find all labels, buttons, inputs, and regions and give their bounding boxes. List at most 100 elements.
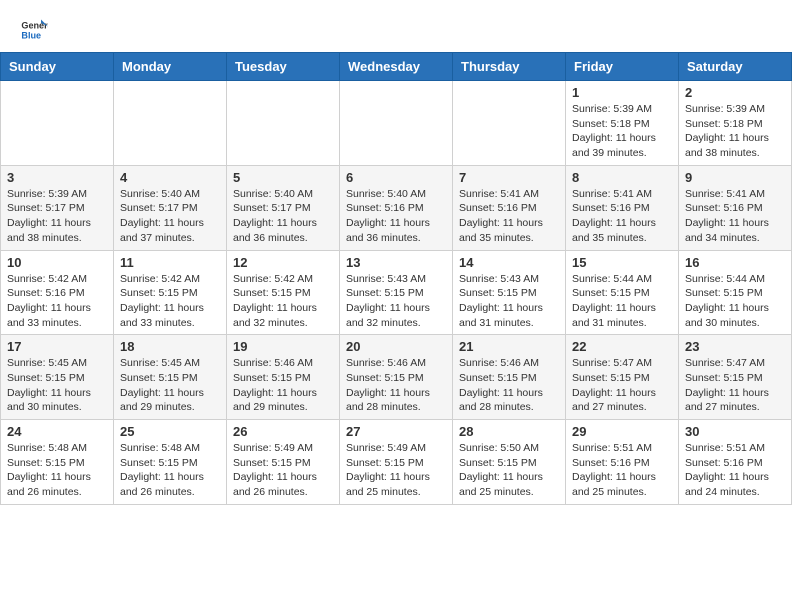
weekday-header-wednesday: Wednesday (340, 53, 453, 81)
day-info: Sunrise: 5:41 AM Sunset: 5:16 PM Dayligh… (459, 187, 559, 246)
calendar-cell: 9Sunrise: 5:41 AM Sunset: 5:16 PM Daylig… (679, 165, 792, 250)
calendar-cell: 12 Sunrise: 5:42 AM Sunset: 5:15 PM Dayli… (227, 250, 340, 335)
calendar-cell: 2 Sunrise: 5:39 AM Sunset: 5:18 PM Daylig… (679, 81, 792, 166)
day-info: Sunrise: 5:44 AM Sunset: 5:15 PM Dayligh… (685, 272, 785, 331)
day-info: Sunrise: 5:40 AM Sunset: 5:17 PM Dayligh… (233, 187, 333, 246)
day-number: 28 (459, 424, 559, 439)
day-info: Sunrise: 5:51 AM Sunset: 5:16 PM Dayligh… (685, 441, 785, 500)
calendar-cell: 8 Sunrise: 5:41 AM Sunset: 5:16 PM Daylig… (566, 165, 679, 250)
calendar-cell: 25Sunrise: 5:48 AM Sunset: 5:15 PM Dayli… (114, 420, 227, 505)
calendar-cell: 10Sunrise: 5:42 AM Sunset: 5:16 PM Dayli… (1, 250, 114, 335)
day-number: 29 (572, 424, 672, 439)
day-info: Sunrise: 5:40 AM Sunset: 5:17 PM Dayligh… (120, 187, 220, 246)
calendar-cell: 23Sunrise: 5:47 AM Sunset: 5:15 PM Dayli… (679, 335, 792, 420)
day-number: 4 (120, 170, 220, 185)
weekday-header-monday: Monday (114, 53, 227, 81)
day-number: 3 (7, 170, 107, 185)
calendar-cell: 20Sunrise: 5:46 AM Sunset: 5:15 PM Dayli… (340, 335, 453, 420)
week-row-5: 24 Sunrise: 5:48 AM Sunset: 5:15 PM Dayli… (1, 420, 792, 505)
day-number: 2 (685, 85, 785, 100)
day-number: 6 (346, 170, 446, 185)
day-number: 25 (120, 424, 220, 439)
calendar-cell: 26 Sunrise: 5:49 AM Sunset: 5:15 PM Dayli… (227, 420, 340, 505)
day-number: 26 (233, 424, 333, 439)
day-number: 1 (572, 85, 672, 100)
calendar-cell: 4 Sunrise: 5:40 AM Sunset: 5:17 PM Daylig… (114, 165, 227, 250)
weekday-header-row: SundayMondayTuesdayWednesdayThursdayFrid… (1, 53, 792, 81)
day-info: Sunrise: 5:39 AM Sunset: 5:18 PM Dayligh… (685, 102, 785, 161)
calendar-cell (453, 81, 566, 166)
day-number: 8 (572, 170, 672, 185)
day-number: 16 (685, 255, 785, 270)
day-number: 5 (233, 170, 333, 185)
day-info: Sunrise: 5:42 AM Sunset: 5:15 PM Dayligh… (233, 272, 333, 331)
calendar-cell: 24 Sunrise: 5:48 AM Sunset: 5:15 PM Dayli… (1, 420, 114, 505)
calendar-cell: 11 Sunrise: 5:42 AM Sunset: 5:15 PM Dayli… (114, 250, 227, 335)
day-info: Sunrise: 5:41 AM Sunset: 5:16 PM Dayligh… (685, 187, 785, 246)
day-info: Sunrise: 5:49 AM Sunset: 5:15 PM Dayligh… (233, 441, 333, 500)
day-number: 22 (572, 339, 672, 354)
day-info: Sunrise: 5:40 AM Sunset: 5:16 PM Dayligh… (346, 187, 446, 246)
day-number: 20 (346, 339, 446, 354)
calendar-cell (114, 81, 227, 166)
calendar-cell: 17Sunrise: 5:45 AM Sunset: 5:15 PM Dayli… (1, 335, 114, 420)
weekday-header-friday: Friday (566, 53, 679, 81)
day-info: Sunrise: 5:39 AM Sunset: 5:18 PM Dayligh… (572, 102, 672, 161)
day-number: 15 (572, 255, 672, 270)
calendar-cell: 3 Sunrise: 5:39 AM Sunset: 5:17 PM Daylig… (1, 165, 114, 250)
svg-text:General: General (21, 21, 48, 31)
day-number: 12 (233, 255, 333, 270)
day-info: Sunrise: 5:46 AM Sunset: 5:15 PM Dayligh… (233, 356, 333, 415)
day-info: Sunrise: 5:43 AM Sunset: 5:15 PM Dayligh… (346, 272, 446, 331)
calendar-cell: 6 Sunrise: 5:40 AM Sunset: 5:16 PM Daylig… (340, 165, 453, 250)
day-info: Sunrise: 5:44 AM Sunset: 5:15 PM Dayligh… (572, 272, 672, 331)
day-info: Sunrise: 5:39 AM Sunset: 5:17 PM Dayligh… (7, 187, 107, 246)
calendar-cell: 22Sunrise: 5:47 AM Sunset: 5:15 PM Dayli… (566, 335, 679, 420)
calendar-cell (227, 81, 340, 166)
calendar-cell: 21 Sunrise: 5:46 AM Sunset: 5:15 PM Dayli… (453, 335, 566, 420)
day-number: 21 (459, 339, 559, 354)
day-number: 24 (7, 424, 107, 439)
calendar-cell: 30Sunrise: 5:51 AM Sunset: 5:16 PM Dayli… (679, 420, 792, 505)
page-header: General Blue (0, 0, 792, 52)
day-info: Sunrise: 5:43 AM Sunset: 5:15 PM Dayligh… (459, 272, 559, 331)
day-info: Sunrise: 5:42 AM Sunset: 5:15 PM Dayligh… (120, 272, 220, 331)
weekday-header-tuesday: Tuesday (227, 53, 340, 81)
day-number: 18 (120, 339, 220, 354)
weekday-header-thursday: Thursday (453, 53, 566, 81)
day-number: 10 (7, 255, 107, 270)
day-info: Sunrise: 5:45 AM Sunset: 5:15 PM Dayligh… (120, 356, 220, 415)
calendar-cell: 16 Sunrise: 5:44 AM Sunset: 5:15 PM Dayli… (679, 250, 792, 335)
calendar-cell: 7 Sunrise: 5:41 AM Sunset: 5:16 PM Daylig… (453, 165, 566, 250)
calendar-cell: 5 Sunrise: 5:40 AM Sunset: 5:17 PM Daylig… (227, 165, 340, 250)
day-number: 19 (233, 339, 333, 354)
day-info: Sunrise: 5:47 AM Sunset: 5:15 PM Dayligh… (685, 356, 785, 415)
logo-icon: General Blue (20, 16, 48, 44)
day-number: 11 (120, 255, 220, 270)
day-number: 14 (459, 255, 559, 270)
week-row-2: 3 Sunrise: 5:39 AM Sunset: 5:17 PM Daylig… (1, 165, 792, 250)
day-number: 27 (346, 424, 446, 439)
weekday-header-saturday: Saturday (679, 53, 792, 81)
day-info: Sunrise: 5:45 AM Sunset: 5:15 PM Dayligh… (7, 356, 107, 415)
logo: General Blue (20, 16, 52, 44)
calendar-cell: 19 Sunrise: 5:46 AM Sunset: 5:15 PM Dayli… (227, 335, 340, 420)
week-row-1: 1 Sunrise: 5:39 AM Sunset: 5:18 PM Daylig… (1, 81, 792, 166)
week-row-3: 10Sunrise: 5:42 AM Sunset: 5:16 PM Dayli… (1, 250, 792, 335)
calendar-cell: 27 Sunrise: 5:49 AM Sunset: 5:15 PM Dayli… (340, 420, 453, 505)
day-info: Sunrise: 5:49 AM Sunset: 5:15 PM Dayligh… (346, 441, 446, 500)
day-info: Sunrise: 5:50 AM Sunset: 5:15 PM Dayligh… (459, 441, 559, 500)
calendar-cell: 1 Sunrise: 5:39 AM Sunset: 5:18 PM Daylig… (566, 81, 679, 166)
calendar-table: SundayMondayTuesdayWednesdayThursdayFrid… (0, 52, 792, 505)
calendar-cell: 28 Sunrise: 5:50 AM Sunset: 5:15 PM Dayli… (453, 420, 566, 505)
day-info: Sunrise: 5:41 AM Sunset: 5:16 PM Dayligh… (572, 187, 672, 246)
day-info: Sunrise: 5:48 AM Sunset: 5:15 PM Dayligh… (7, 441, 107, 500)
calendar-cell: 15 Sunrise: 5:44 AM Sunset: 5:15 PM Dayli… (566, 250, 679, 335)
day-number: 7 (459, 170, 559, 185)
calendar-cell: 29Sunrise: 5:51 AM Sunset: 5:16 PM Dayli… (566, 420, 679, 505)
calendar-cell: 13Sunrise: 5:43 AM Sunset: 5:15 PM Dayli… (340, 250, 453, 335)
week-row-4: 17Sunrise: 5:45 AM Sunset: 5:15 PM Dayli… (1, 335, 792, 420)
day-info: Sunrise: 5:46 AM Sunset: 5:15 PM Dayligh… (459, 356, 559, 415)
svg-text:Blue: Blue (21, 30, 41, 40)
weekday-header-sunday: Sunday (1, 53, 114, 81)
